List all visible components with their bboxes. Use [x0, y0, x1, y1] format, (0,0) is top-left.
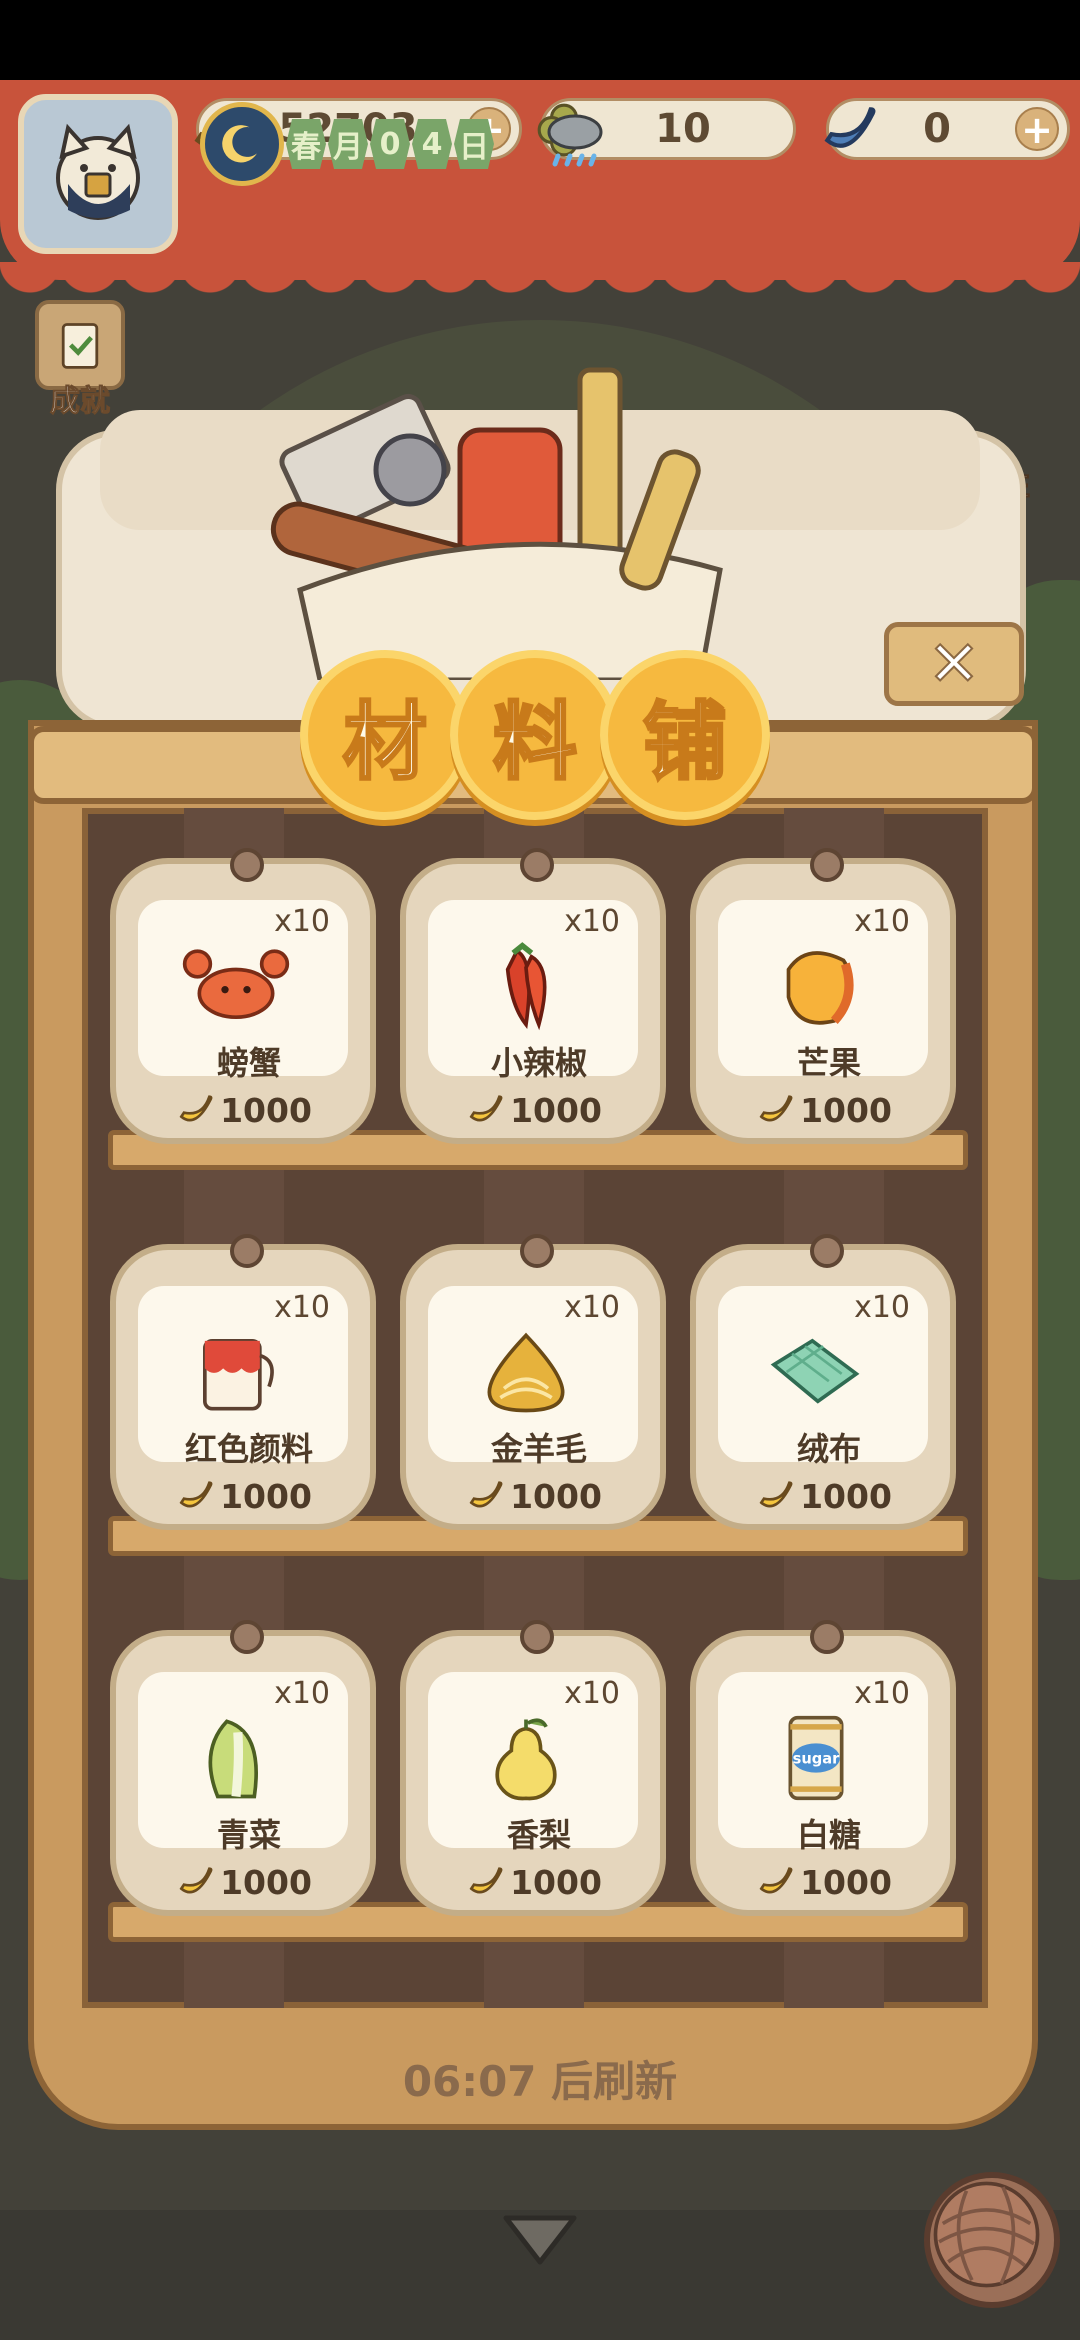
shop-item-card[interactable]: x10 芒果 1000 — [690, 848, 956, 1144]
item-price: 1000 — [696, 1476, 952, 1516]
item-quantity: x10 — [564, 904, 620, 939]
item-name: 香梨 — [506, 1816, 571, 1854]
item-name: 金羊毛 — [490, 1430, 587, 1468]
item-price: 1000 — [406, 1476, 662, 1516]
item-price: 1000 — [696, 1090, 952, 1130]
bok-choy-icon — [176, 1710, 296, 1806]
calendar-date: 春 月 0 4 日 — [200, 102, 494, 186]
app-screen: 52703 + 10 0 + 春 月 — [0, 0, 1080, 2340]
item-name: 小辣椒 — [490, 1044, 587, 1082]
item-name: 螃蟹 — [216, 1044, 281, 1082]
shop-title: 材 料 铺 — [300, 650, 770, 820]
item-quantity: x10 — [274, 1676, 330, 1711]
date-month-label: 月 — [328, 119, 368, 169]
yarn-ball-icon — [933, 2181, 1040, 2288]
item-quantity: x10 — [854, 1290, 910, 1325]
item-price: 1000 — [406, 1862, 662, 1902]
yarn-ball-button[interactable] — [924, 2172, 1060, 2308]
item-price: 1000 — [116, 1862, 372, 1902]
shop-item-card[interactable]: x10 螃蟹 1000 — [110, 848, 376, 1144]
item-quantity: x10 — [854, 904, 910, 939]
item-quantity: x10 — [564, 1290, 620, 1325]
item-quantity: x10 — [274, 1290, 330, 1325]
player-avatar[interactable] — [18, 94, 178, 254]
velvet-cloth-icon — [756, 1324, 876, 1420]
item-price: 1000 — [116, 1090, 372, 1130]
sugar-bag-icon: sugar — [756, 1710, 876, 1806]
item-name: 芒果 — [796, 1044, 861, 1082]
shop-item-card[interactable]: x10 绒布 1000 — [690, 1234, 956, 1530]
blue-banana-counter: 0 + — [824, 98, 1070, 160]
item-quantity: x10 — [854, 1676, 910, 1711]
item-price: 1000 — [116, 1476, 372, 1516]
blue-banana-icon — [815, 95, 885, 165]
materials-pile-icon — [270, 367, 723, 680]
chili-pepper-icon — [466, 938, 586, 1034]
chevron-down-icon — [503, 2215, 577, 2265]
crab-icon — [176, 938, 296, 1034]
item-quantity: x10 — [274, 904, 330, 939]
title-char-2: 料 — [450, 650, 620, 820]
title-char-3: 铺 — [600, 650, 770, 820]
date-digit-2: 4 — [412, 119, 452, 169]
banana-icon — [469, 1481, 503, 1508]
banana-icon — [759, 1095, 793, 1122]
shop-item-card[interactable]: x10 红色颜料 1000 — [110, 1234, 376, 1530]
banana-icon — [469, 1867, 503, 1894]
moon-clock-icon — [200, 102, 284, 186]
item-price: 1000 — [696, 1862, 952, 1902]
mango-icon — [756, 938, 876, 1034]
golden-wool-icon — [466, 1324, 586, 1420]
achievements-label: 成就 — [50, 384, 111, 420]
item-name: 白糖 — [796, 1816, 861, 1854]
shop-item-card[interactable]: x10 香梨 1000 — [400, 1620, 666, 1916]
item-quantity: x10 — [564, 1676, 620, 1711]
sugar-bag-label: sugar — [793, 1751, 841, 1768]
item-price: 1000 — [406, 1090, 662, 1130]
rain-cloud-icon[interactable] — [540, 104, 610, 174]
achievements-button[interactable]: 成就 — [20, 300, 140, 430]
date-season: 春 — [286, 119, 326, 169]
pear-icon — [466, 1710, 586, 1806]
title-char-1: 材 — [300, 650, 470, 820]
banana-icon — [179, 1867, 213, 1894]
status-bar — [0, 0, 1080, 80]
date-digit-1: 0 — [370, 119, 410, 169]
item-name: 绒布 — [796, 1430, 861, 1468]
shop-item-card[interactable]: x10 青菜 1000 — [110, 1620, 376, 1916]
banana-icon — [469, 1095, 503, 1122]
banana-icon — [179, 1095, 213, 1122]
refresh-timer: 06:07 后刷新 — [402, 2057, 678, 2106]
banana-icon — [759, 1867, 793, 1894]
cat-avatar-icon — [56, 123, 140, 220]
add-blue-banana-button[interactable]: + — [1015, 107, 1059, 151]
item-name: 红色颜料 — [184, 1430, 313, 1468]
shop-item-card[interactable]: x10 金羊毛 1000 — [400, 1234, 666, 1530]
item-name: 青菜 — [216, 1816, 281, 1854]
shop-item-card[interactable]: x10 小辣椒 1000 — [400, 848, 666, 1144]
close-icon: ✕ — [927, 627, 981, 700]
banana-icon — [179, 1481, 213, 1508]
collapse-arrow-button[interactable] — [500, 2210, 580, 2270]
banana-icon — [759, 1481, 793, 1508]
close-button[interactable]: ✕ — [884, 622, 1024, 706]
shop-item-card[interactable]: x10 sugar 白糖 1000 — [690, 1620, 956, 1916]
date-day-label: 日 — [454, 119, 494, 169]
red-paint-bucket-icon — [176, 1324, 296, 1420]
